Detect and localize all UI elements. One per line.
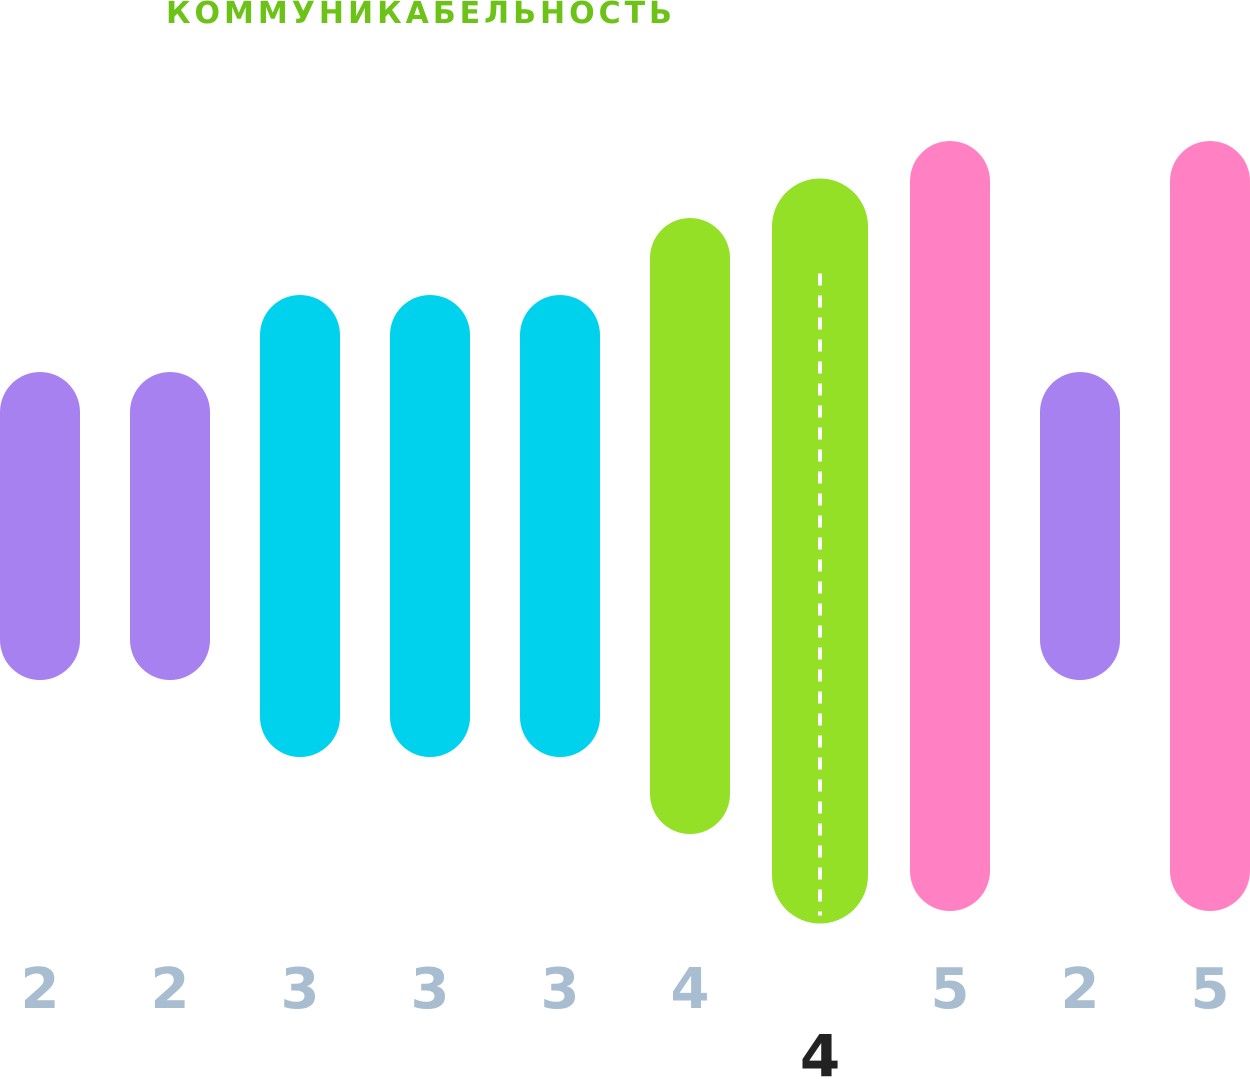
bar-2	[130, 372, 210, 680]
bar-1	[0, 372, 80, 680]
tick-label-6: 4	[671, 957, 710, 1022]
bar-9	[1170, 141, 1250, 911]
bar-6	[650, 218, 730, 834]
bar-3	[260, 295, 340, 757]
tick-label-7: 5	[931, 957, 970, 1022]
average-label: 4	[800, 1022, 840, 1079]
tick-label-5: 3	[541, 957, 580, 1022]
bar-chart-svg: 2 2 3 3 3 4 5 2 5 4	[0, 141, 1250, 1079]
tick-label-4: 3	[411, 957, 450, 1022]
tick-label-1: 2	[21, 957, 60, 1022]
bar-4	[390, 295, 470, 757]
tick-label-8: 2	[1061, 957, 1100, 1022]
bar-8	[1040, 372, 1120, 680]
bar-7	[910, 141, 990, 911]
tick-label-9: 5	[1191, 957, 1230, 1022]
bar-5	[520, 295, 600, 757]
tick-label-2: 2	[151, 957, 190, 1022]
tick-label-3: 3	[281, 957, 320, 1022]
